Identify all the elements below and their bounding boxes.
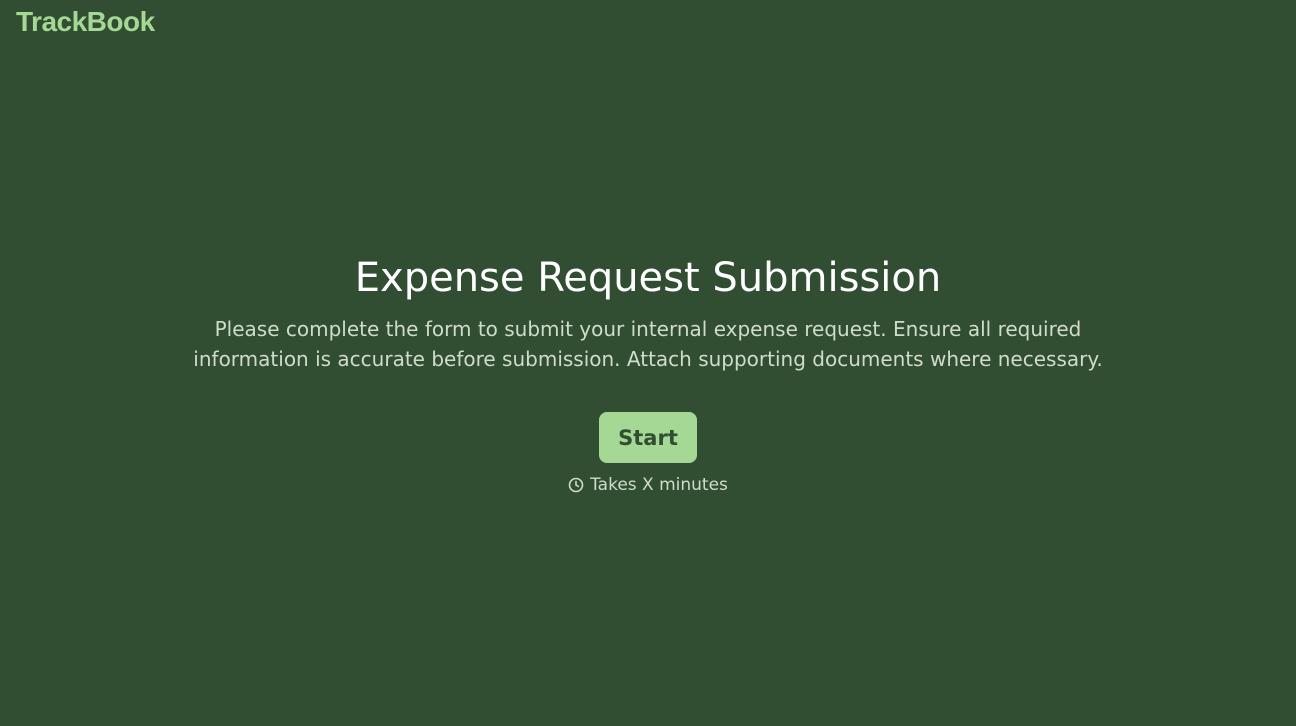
start-button[interactable]: Start	[599, 412, 697, 463]
duration-note: Takes X minutes	[0, 475, 1296, 495]
clock-icon	[568, 477, 584, 493]
page: TrackBook Expense Request Submission Ple…	[0, 0, 1296, 726]
duration-text: Takes X minutes	[590, 475, 728, 495]
brand-logo[interactable]: TrackBook	[16, 6, 155, 38]
page-title: Expense Request Submission	[354, 255, 942, 301]
intro-panel: Expense Request Submission Please comple…	[0, 252, 1296, 495]
page-description: Please complete the form to submit your …	[193, 317, 1103, 371]
